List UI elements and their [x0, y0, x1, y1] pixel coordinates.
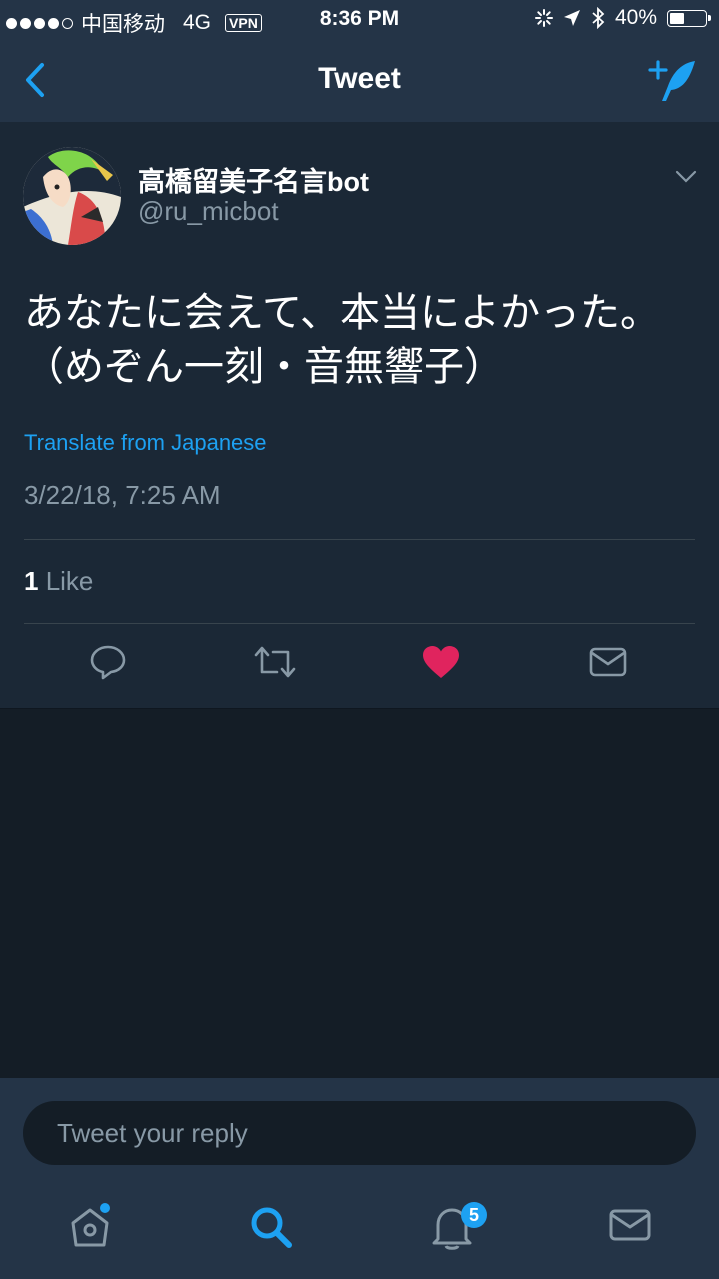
tweet-author-handle[interactable]: @ru_micbot — [138, 196, 279, 227]
tweet-text-line: あなたに会えて、本当によかった。 — [24, 291, 660, 335]
home-unread-dot — [100, 1203, 110, 1213]
activity-spinner-icon — [534, 9, 553, 27]
reply-icon[interactable] — [89, 644, 127, 680]
compose-tweet-icon[interactable] — [647, 58, 699, 104]
like-count[interactable]: 1 Like — [24, 566, 93, 597]
bluetooth-icon — [592, 7, 605, 29]
like-heart-icon[interactable] — [421, 644, 461, 680]
status-bar: 中国移动 4G VPN 8:36 PM 40% — [0, 0, 719, 40]
like-count-label: Like — [38, 566, 94, 596]
page-title: Tweet — [318, 62, 401, 95]
battery-icon — [667, 9, 711, 27]
tweet-text: あなたに会えて、本当によかった。 （めぞん一刻・音無響子） — [24, 286, 704, 394]
divider — [24, 539, 695, 540]
battery-percent: 40% — [614, 6, 657, 29]
avatar[interactable] — [23, 147, 121, 245]
translate-link[interactable]: Translate from Japanese — [24, 430, 267, 456]
direct-message-icon[interactable] — [589, 644, 627, 680]
retweet-icon[interactable] — [253, 644, 297, 680]
chevron-down-icon[interactable] — [675, 170, 697, 184]
tweet-text-line: （めぞん一刻・音無響子） — [24, 345, 504, 389]
search-icon[interactable] — [249, 1205, 293, 1251]
reply-input[interactable]: Tweet your reply — [23, 1101, 696, 1165]
location-arrow-icon — [563, 10, 580, 26]
tweet-timestamp: 3/22/18, 7:25 AM — [24, 480, 221, 510]
notifications-badge: 5 — [461, 1202, 487, 1228]
divider — [24, 623, 695, 624]
messages-icon[interactable] — [609, 1205, 651, 1245]
tweet-author-name[interactable]: 高橋留美子名言bot — [138, 160, 369, 199]
tweet-detail: 高橋留美子名言bot @ru_micbot あなたに会えて、本当によかった。 （… — [0, 122, 719, 709]
status-right: 40% — [534, 6, 711, 30]
like-count-number: 1 — [24, 566, 39, 596]
